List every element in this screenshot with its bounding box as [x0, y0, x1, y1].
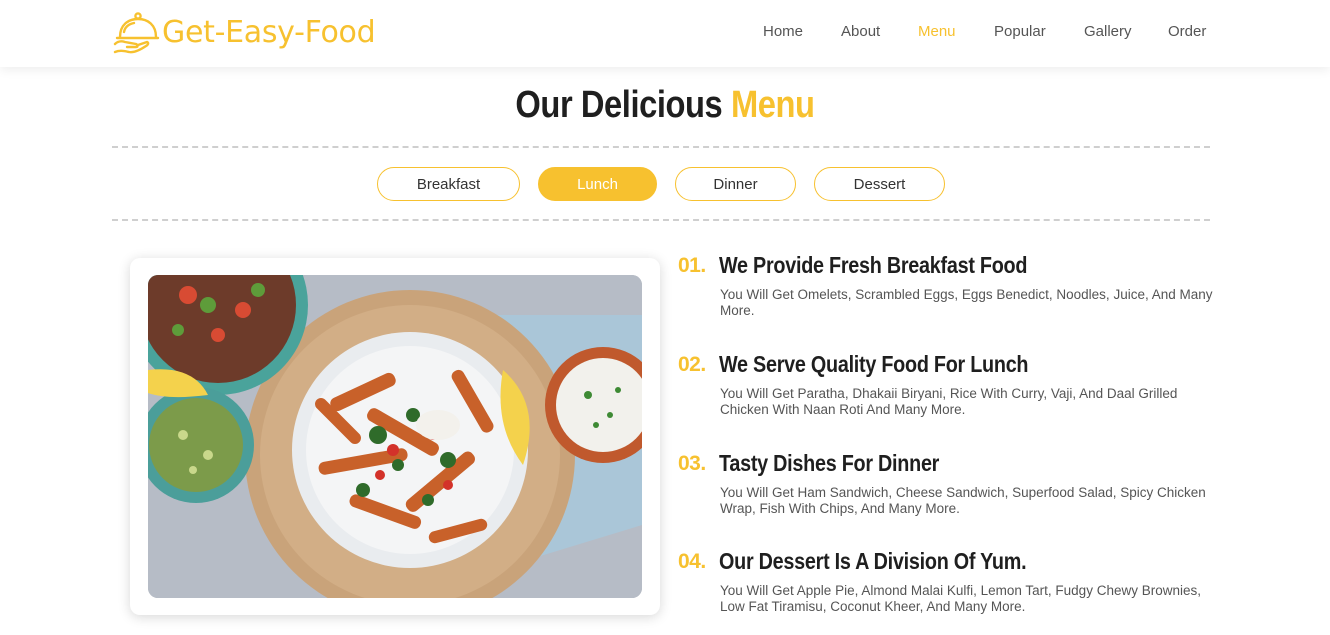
tab-breakfast[interactable]: Breakfast — [377, 167, 520, 201]
menu-item-title: Our Dessert Is A Division Of Yum. — [719, 548, 1027, 574]
menu-item-description: You Will Get Paratha, Dhakaii Biryani, R… — [720, 386, 1178, 417]
menu-item-description: You Will Get Omelets, Scrambled Eggs, Eg… — [720, 287, 1213, 318]
nav-item-menu[interactable]: Menu — [918, 23, 956, 40]
menu-item-title: We Provide Fresh Breakfast Food — [719, 252, 1028, 278]
section-title-main: Our Delicious — [515, 84, 723, 126]
divider-top — [112, 146, 1210, 148]
nav-item-popular[interactable]: Popular — [994, 23, 1046, 40]
nav-item-gallery[interactable]: Gallery — [1084, 23, 1132, 40]
tab-dessert[interactable]: Dessert — [814, 167, 945, 201]
nav-item-about[interactable]: About — [841, 23, 880, 40]
main-nav: Home About Menu Popular Gallery Order — [0, 23, 1330, 43]
food-photo-illustration — [148, 275, 642, 598]
tab-dinner[interactable]: Dinner — [675, 167, 796, 201]
navbar: Get-Easy-Food Home About Menu Popular Ga… — [0, 0, 1330, 67]
menu-item-description: You Will Get Ham Sandwich, Cheese Sandwi… — [720, 485, 1206, 516]
section-title: Our Delicious Menu — [93, 84, 1237, 127]
menu-item-title: Tasty Dishes For Dinner — [719, 450, 940, 476]
tab-lunch[interactable]: Lunch — [538, 167, 657, 201]
menu-item-description: You Will Get Apple Pie, Almond Malai Kul… — [720, 583, 1201, 614]
menu-item-number: 04. — [678, 550, 706, 573]
nav-item-order[interactable]: Order — [1168, 23, 1206, 40]
menu-item-number: 03. — [678, 452, 706, 475]
menu-item-number: 02. — [678, 353, 706, 376]
menu-item-title: We Serve Quality Food For Lunch — [719, 351, 1029, 377]
nav-item-home[interactable]: Home — [763, 23, 803, 40]
menu-item-number: 01. — [678, 254, 706, 277]
divider-bottom — [112, 219, 1210, 221]
menu-image-card — [130, 258, 660, 615]
section-title-accent: Menu — [730, 84, 815, 126]
food-photo — [148, 275, 642, 598]
